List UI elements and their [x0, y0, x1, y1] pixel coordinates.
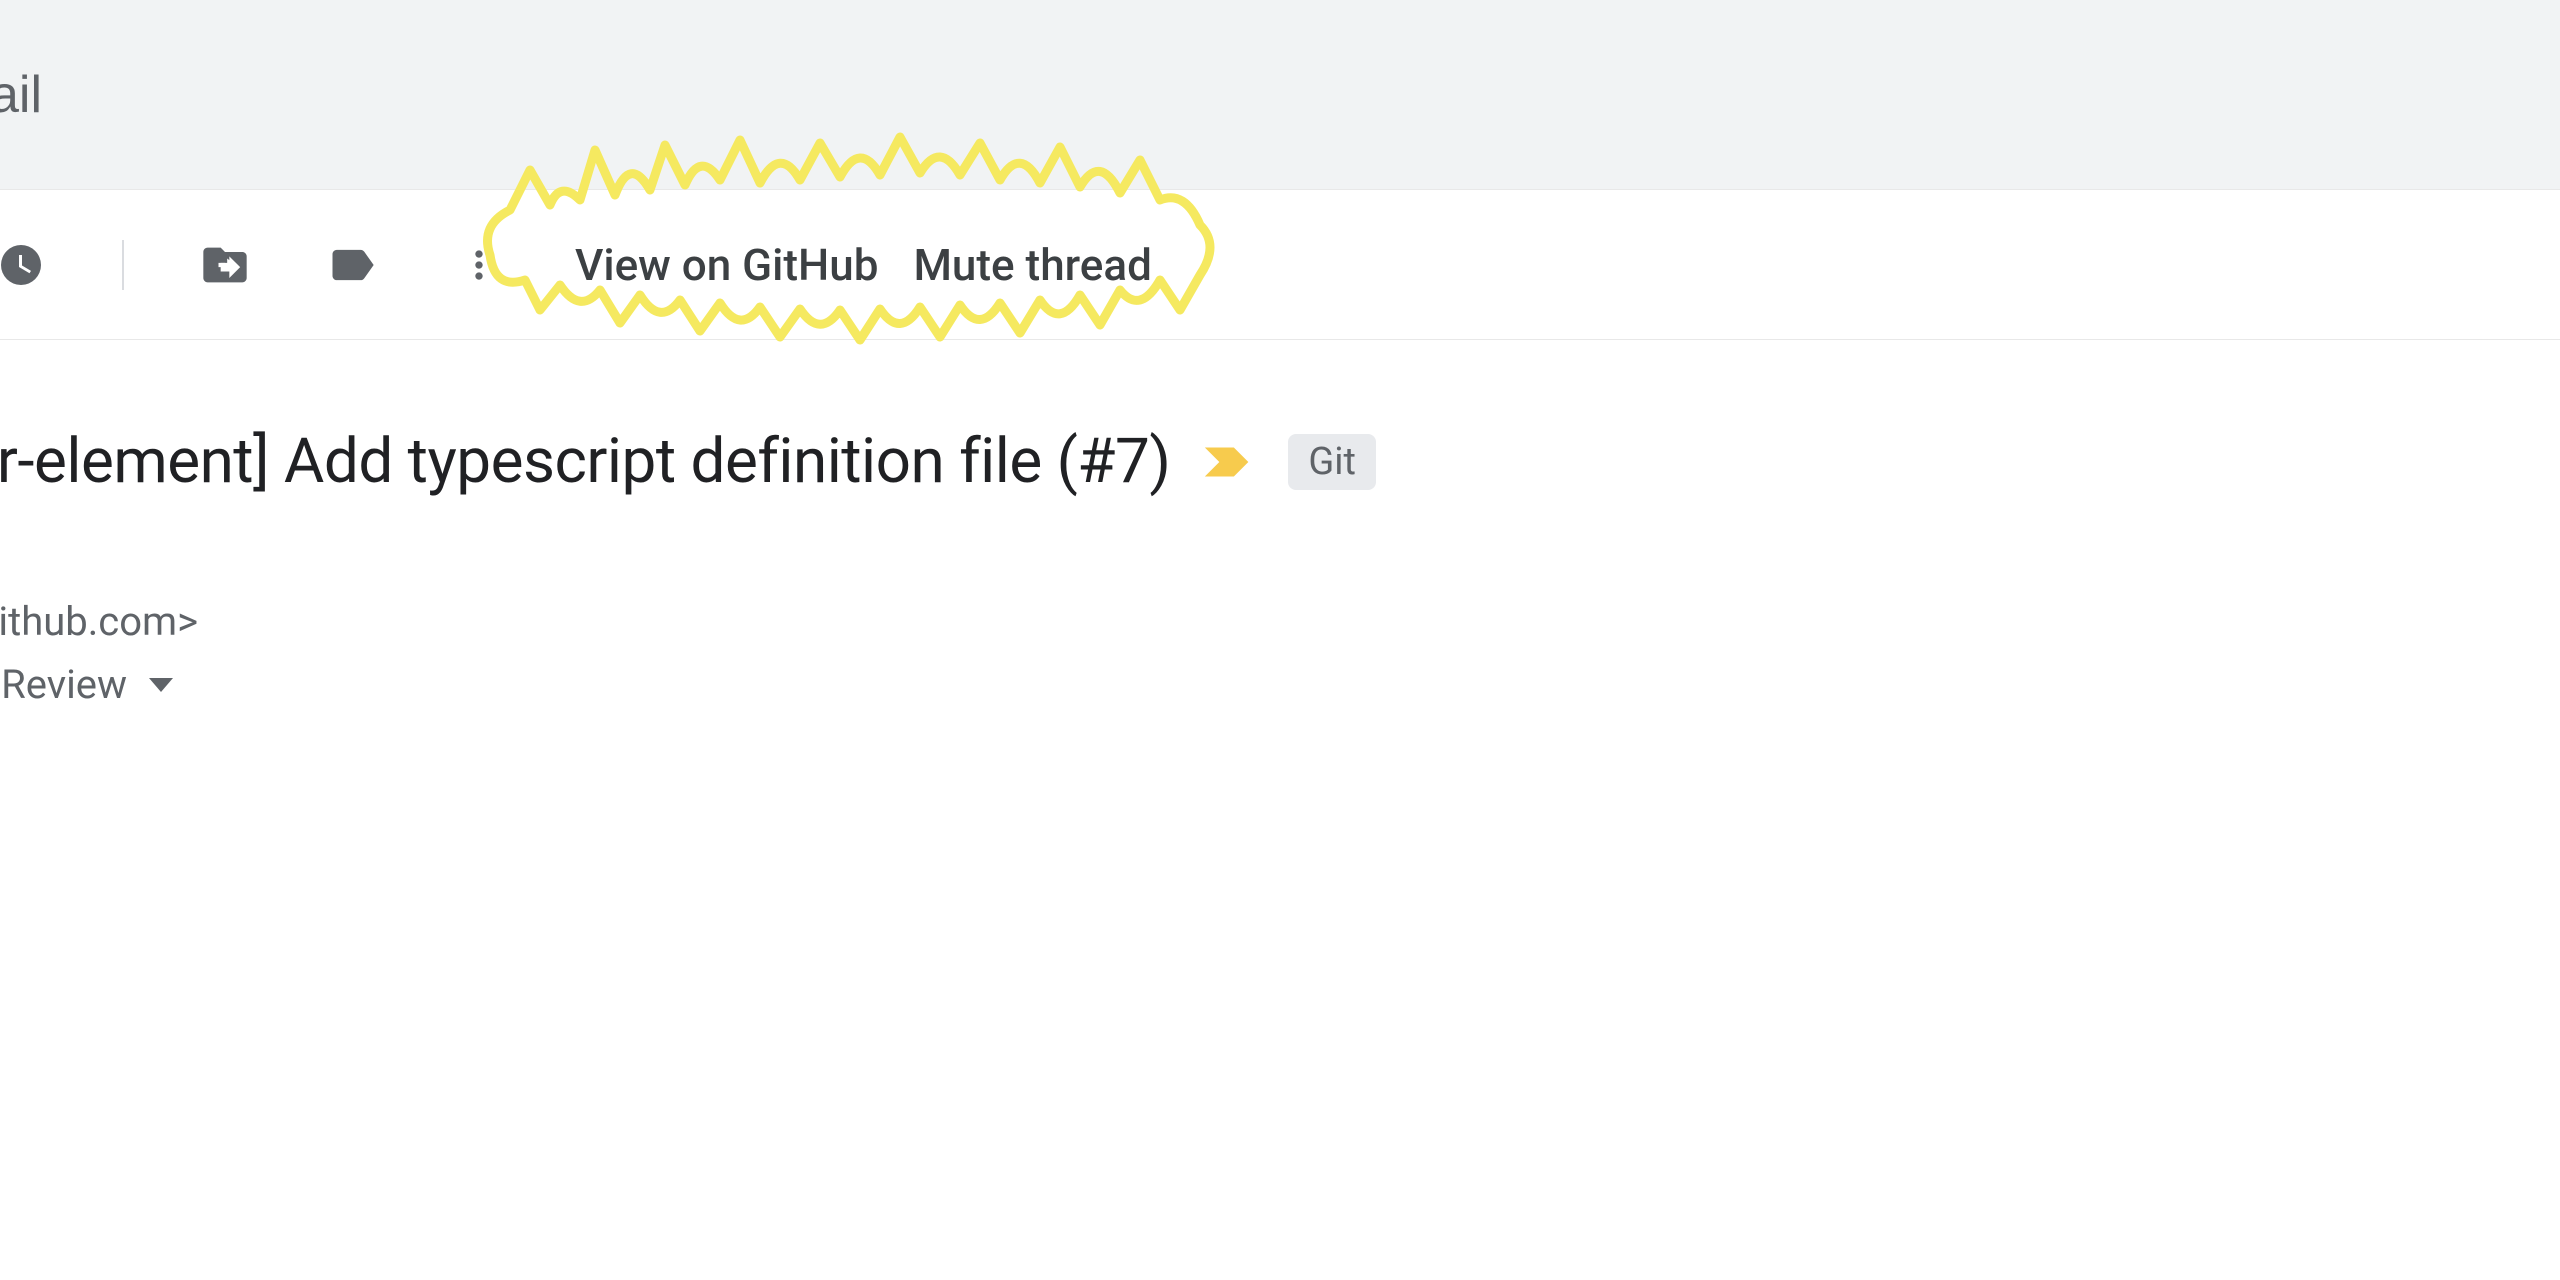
move-to-button[interactable] — [189, 229, 261, 301]
subject-area: der-element] Add typescript definition f… — [0, 340, 2560, 498]
label-chip[interactable]: Git — [1288, 434, 1376, 490]
email-subject: der-element] Add typescript definition f… — [0, 425, 1170, 498]
clock-icon — [0, 241, 45, 289]
recipients-row[interactable]: ne, Review — [0, 661, 2560, 708]
chevron-down-icon — [149, 678, 173, 692]
search-bar — [0, 0, 2560, 190]
folder-arrow-icon — [199, 239, 251, 291]
recipients-text: ne, Review — [0, 661, 127, 708]
sender-area: @github.com> ne, Review — [0, 498, 2560, 708]
toolbar-icon-group — [0, 229, 515, 301]
search-input[interactable] — [0, 65, 2420, 125]
snooze-button[interactable] — [0, 229, 57, 301]
action-toolbar: View on GitHub Mute thread — [0, 190, 2560, 340]
label-icon — [326, 239, 378, 291]
mute-thread-button[interactable]: Mute thread — [913, 239, 1151, 291]
important-marker[interactable] — [1200, 441, 1258, 483]
sender-email: @github.com> — [0, 598, 2560, 645]
more-vert-icon — [457, 243, 501, 287]
toolbar-divider — [122, 240, 124, 290]
view-on-github-button[interactable]: View on GitHub — [575, 239, 878, 291]
important-marker-icon — [1200, 441, 1258, 483]
more-button[interactable] — [443, 229, 515, 301]
labels-button[interactable] — [316, 229, 388, 301]
custom-toolbar-buttons: View on GitHub Mute thread — [575, 239, 1152, 291]
